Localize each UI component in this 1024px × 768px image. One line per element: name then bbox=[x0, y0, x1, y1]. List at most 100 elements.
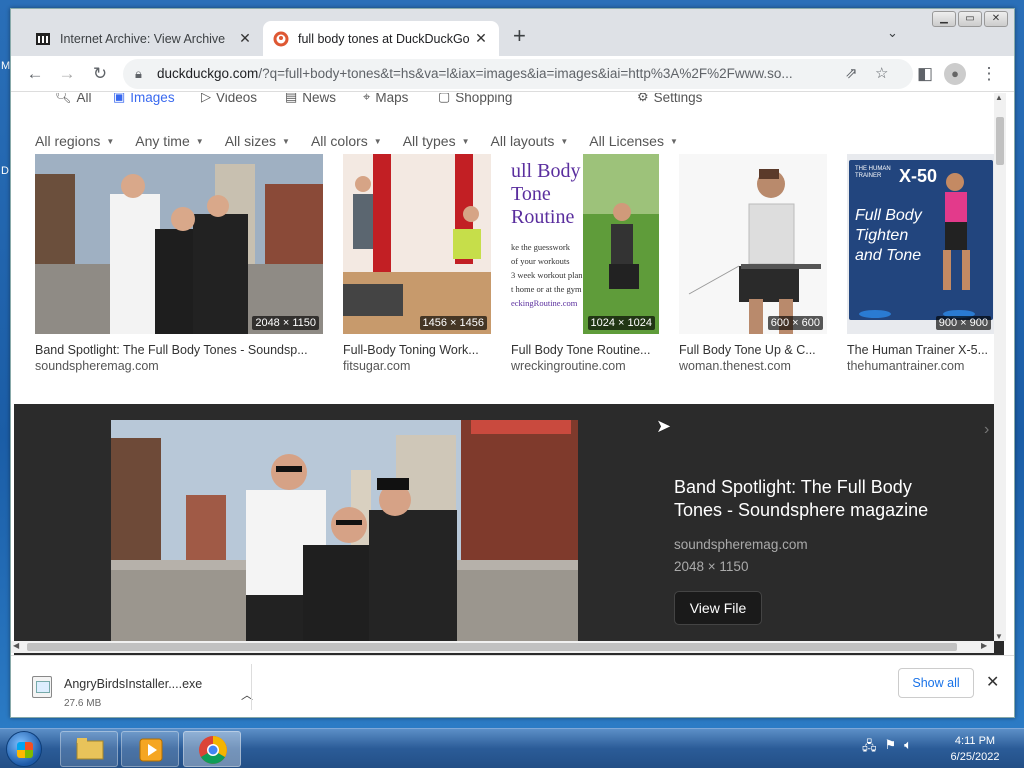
caret-down-icon: ▼ bbox=[669, 137, 678, 146]
tab-internet-archive[interactable]: Internet Archive: View Archive ✕ bbox=[25, 21, 263, 56]
forward-icon[interactable]: → bbox=[55, 62, 79, 86]
maximize-icon[interactable]: ▭ bbox=[958, 11, 982, 27]
result-thumbnail[interactable]: THE HUMAN TRAINER X-50 Full Body Tighten… bbox=[847, 154, 995, 334]
share-icon[interactable]: ⇗ bbox=[845, 64, 858, 82]
horizontal-scrollbar[interactable]: ◀ ▶ bbox=[11, 641, 994, 653]
filter-regions[interactable]: All regions ▼ bbox=[35, 133, 114, 153]
tab-bar: Internet Archive: View Archive ✕ full bo… bbox=[11, 9, 1014, 56]
close-icon[interactable]: ✕ bbox=[986, 672, 999, 692]
search-icon: 🔍︎ bbox=[55, 93, 72, 104]
filter-time[interactable]: Any time ▼ bbox=[135, 133, 203, 153]
back-icon[interactable]: ← bbox=[23, 62, 47, 86]
tab-close-icon[interactable]: ✕ bbox=[237, 30, 253, 47]
filter-licenses[interactable]: All Licenses ▼ bbox=[589, 133, 678, 153]
close-window-icon[interactable]: ✕ bbox=[984, 11, 1008, 27]
caret-down-icon: ▼ bbox=[560, 137, 569, 146]
taskbar-chrome[interactable] bbox=[183, 731, 241, 767]
nav-tab-news[interactable]: ▤ News bbox=[285, 93, 336, 105]
folder-icon bbox=[76, 738, 104, 760]
filter-layouts[interactable]: All layouts ▼ bbox=[491, 133, 569, 153]
result-source: thehumantrainer.com bbox=[847, 359, 965, 373]
tab-search-chevron-icon[interactable]: ⌄ bbox=[887, 25, 898, 41]
nav-tab-maps[interactable]: ⌖ Maps bbox=[363, 93, 408, 105]
reload-icon[interactable]: ↻ bbox=[88, 62, 112, 86]
image-dimensions: 1456 × 1456 bbox=[419, 316, 487, 330]
result-source: fitsugar.com bbox=[343, 359, 411, 373]
taskbar-media-player[interactable] bbox=[121, 731, 179, 767]
result-source: wreckingroutine.com bbox=[511, 359, 626, 373]
desktop-icon-fragment: D bbox=[1, 165, 9, 177]
filter-sizes[interactable]: All sizes ▼ bbox=[225, 133, 290, 153]
new-tab-button[interactable]: + bbox=[513, 25, 526, 47]
image-dimensions: 600 × 600 bbox=[767, 316, 823, 330]
url-host: duckduckgo.com bbox=[157, 66, 259, 81]
url-text[interactable]: duckduckgo.com/?q=full+body+tones&t=hs&v… bbox=[157, 66, 837, 81]
media-player-icon bbox=[139, 738, 163, 762]
result-title[interactable]: Full Body Tone Up & C... bbox=[679, 343, 827, 357]
volume-icon[interactable]: 🔈︎ bbox=[904, 737, 912, 759]
download-item[interactable]: AngryBirdsInstaller....exe 27.6 MB ︿ bbox=[29, 666, 253, 709]
filter-colors[interactable]: All colors ▼ bbox=[311, 133, 382, 153]
vertical-scrollbar[interactable]: ▲ ▼ bbox=[994, 93, 1006, 641]
scroll-down-icon[interactable]: ▼ bbox=[995, 632, 1003, 641]
address-bar[interactable]: 🔒︎ duckduckgo.com/?q=full+body+tones&t=h… bbox=[123, 59, 913, 89]
nav-tab-videos[interactable]: ▷ Videos bbox=[201, 93, 257, 105]
result-title[interactable]: Full Body Tone Routine... bbox=[511, 343, 659, 357]
scrollbar-thumb[interactable] bbox=[996, 117, 1004, 165]
result-title[interactable]: The Human Trainer X-5... bbox=[847, 343, 995, 357]
view-file-button[interactable]: View File bbox=[674, 591, 762, 625]
bookmark-star-icon[interactable]: ☆ bbox=[875, 64, 888, 82]
play-icon: ▷ bbox=[201, 93, 211, 104]
start-button[interactable] bbox=[6, 731, 42, 767]
image-result[interactable]: 600 × 600 Full Body Tone Up & C... woman… bbox=[679, 154, 827, 373]
network-icon[interactable]: 🖧︎ bbox=[862, 737, 877, 759]
caret-down-icon: ▼ bbox=[282, 137, 290, 146]
system-tray: 🖧︎ ⚑ 🔈︎ bbox=[862, 737, 912, 759]
taskbar-explorer[interactable] bbox=[60, 731, 118, 767]
clock-time: 4:11 PM bbox=[954, 735, 996, 747]
menu-kebab-icon[interactable]: ⋮ bbox=[977, 62, 1001, 86]
download-filename: AngryBirdsInstaller....exe bbox=[64, 677, 203, 691]
image-result[interactable]: ull Body Tone Routine ke the guesswork o… bbox=[511, 154, 659, 373]
nav-tab-shopping[interactable]: ▢ Shopping bbox=[438, 93, 512, 105]
minimize-icon[interactable]: ▁ bbox=[932, 11, 956, 27]
lock-icon: 🔒︎ bbox=[135, 66, 142, 81]
taskbar-clock[interactable]: 4:11 PM 6/25/2022 bbox=[940, 733, 1010, 765]
detail-title[interactable]: Band Spotlight: The Full Body Tones - So… bbox=[674, 476, 964, 522]
result-thumbnail[interactable]: 600 × 600 bbox=[679, 154, 827, 334]
next-chevron-icon[interactable]: › bbox=[984, 421, 989, 439]
nav-tab-all[interactable]: 🔍︎ All bbox=[55, 93, 92, 105]
scrollbar-thumb[interactable] bbox=[27, 643, 957, 651]
image-icon: ▣ bbox=[113, 93, 126, 104]
scroll-right-icon[interactable]: ▶ bbox=[981, 641, 987, 650]
search-nav-tabs: 🔍︎ All ▣ Images ▷ Videos ▤ News ⌖ Maps ▢ Shopp… bbox=[11, 93, 1004, 113]
trainer-tagline: Full Body Tighten and Tone bbox=[855, 207, 922, 264]
nav-tab-images[interactable]: ▣ Images bbox=[113, 93, 175, 105]
filter-types[interactable]: All types ▼ bbox=[403, 133, 470, 153]
image-result[interactable]: 1456 × 1456 Full-Body Toning Work... fit… bbox=[343, 154, 491, 373]
action-center-flag-icon[interactable]: ⚑ bbox=[885, 737, 897, 759]
result-title[interactable]: Full-Body Toning Work... bbox=[343, 343, 491, 357]
image-result[interactable]: THE HUMAN TRAINER X-50 Full Body Tighten… bbox=[847, 154, 995, 373]
show-all-button[interactable]: Show all bbox=[898, 668, 974, 698]
image-detail-panel: Band Spotlight: The Full Body Tones - So… bbox=[14, 404, 1004, 658]
result-thumbnail[interactable]: 2048 × 1150 bbox=[35, 154, 323, 334]
fitness-photo-image bbox=[343, 154, 491, 334]
page-content: 🔍︎ All ▣ Images ▷ Videos ▤ News ⌖ Maps ▢ Shopp… bbox=[11, 93, 1004, 658]
tab-close-icon[interactable]: ✕ bbox=[473, 30, 489, 47]
result-thumbnail[interactable]: ull Body Tone Routine ke the guesswork o… bbox=[511, 154, 659, 334]
result-title[interactable]: Band Spotlight: The Full Body Tones - So… bbox=[35, 343, 323, 357]
scroll-up-icon[interactable]: ▲ bbox=[995, 93, 1003, 102]
tab-duckduckgo[interactable]: full body tones at DuckDuckGo ✕ bbox=[263, 21, 499, 56]
scroll-left-icon[interactable]: ◀ bbox=[13, 641, 19, 650]
side-panel-icon[interactable]: ◧ bbox=[913, 62, 937, 86]
image-dimensions: 900 × 900 bbox=[935, 316, 991, 330]
tab-title: Internet Archive: View Archive bbox=[60, 31, 226, 46]
result-thumbnail[interactable]: 1456 × 1456 bbox=[343, 154, 491, 334]
image-result[interactable]: 2048 × 1150 Band Spotlight: The Full Bod… bbox=[35, 154, 323, 373]
detail-image[interactable] bbox=[111, 420, 578, 650]
detail-source[interactable]: soundspheremag.com bbox=[674, 537, 808, 552]
profile-avatar-icon[interactable]: ● bbox=[944, 63, 966, 85]
settings-link[interactable]: ⚙︎ Settings bbox=[637, 93, 702, 105]
map-pin-icon: ⌖ bbox=[363, 93, 371, 104]
